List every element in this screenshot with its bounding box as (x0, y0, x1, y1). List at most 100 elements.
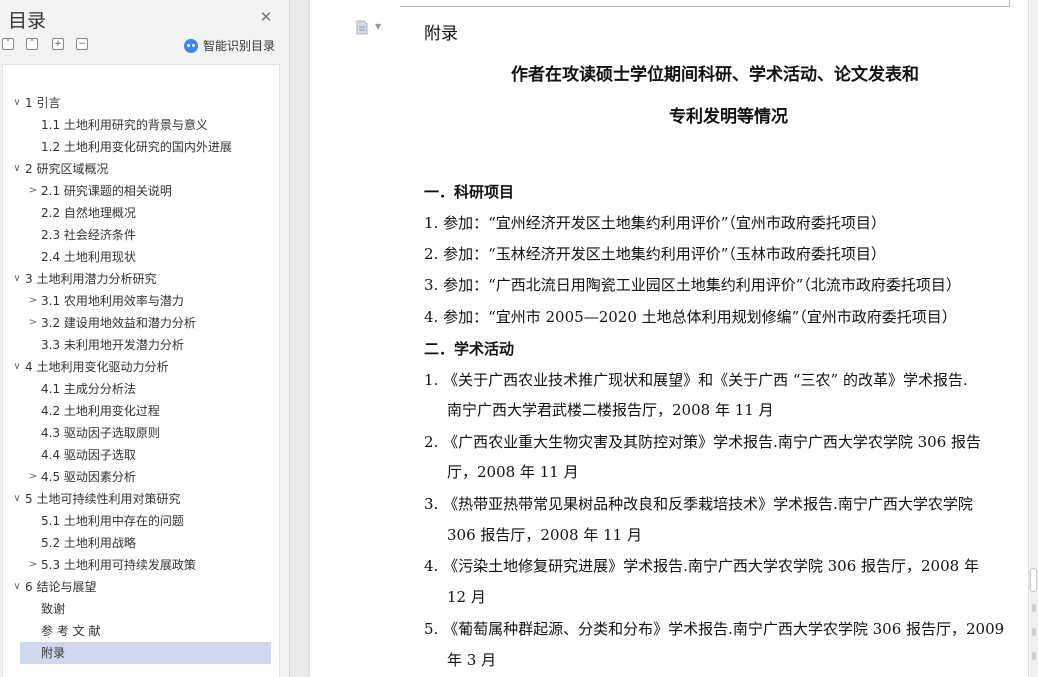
smart-recognize-button[interactable]: 智能识别目录 (184, 37, 275, 54)
chevron-down-icon[interactable]: ∨ (11, 356, 23, 378)
toc-item[interactable]: > 5.3 土地利用可持续发展政策 (29, 554, 196, 576)
remove-icon[interactable]: − (76, 38, 88, 50)
toc-item-label: 5.2 土地利用战略 (41, 536, 136, 550)
text-line: 306 报告厅，2008 年 11 月 (447, 526, 642, 544)
section-heading: 二．学术活动 (424, 340, 515, 358)
toc-item-label: 4.5 驱动因素分析 (41, 470, 136, 484)
text-line: 4. 《污染土地修复研究进展》学术报告.南宁广西大学农学院 306 报告厅，20… (424, 557, 979, 575)
appendix-heading: 附录 (424, 24, 458, 44)
section-heading: 一．科研项目 (424, 183, 515, 201)
scroll-marker (1032, 604, 1036, 612)
toc-item[interactable]: 1.2 土地利用变化研究的国内外进展 (41, 136, 232, 158)
chevron-right-icon[interactable]: > (27, 180, 39, 202)
toc-item[interactable]: 5.1 土地利用中存在的问题 (41, 510, 184, 532)
toc-item[interactable]: > 4.5 驱动因素分析 (29, 466, 136, 488)
expand-up-icon[interactable]: ˄ (26, 38, 38, 50)
toc-item[interactable]: 2.2 自然地理概况 (41, 202, 136, 224)
chevron-right-icon[interactable]: > (27, 554, 39, 576)
toc-item-label: 3.1 农用地利用效率与潜力 (41, 294, 184, 308)
close-icon[interactable]: ✕ (258, 9, 274, 25)
collapse-all-icon[interactable]: ˅ (2, 38, 14, 50)
toc-item[interactable]: ∨ 1 引言 (13, 92, 61, 114)
toc-item-selected[interactable]: 附录 (20, 642, 271, 664)
page-title-line2: 专利发明等情况 (669, 107, 788, 127)
add-icon[interactable]: + (52, 38, 64, 50)
chevron-down-icon[interactable]: ∨ (11, 576, 23, 598)
toc-item-label: 4 土地利用变化驱动力分析 (25, 360, 169, 374)
toc-item-label: 2.2 自然地理概况 (41, 206, 136, 220)
toc-item[interactable]: 2.3 社会经济条件 (41, 224, 136, 246)
toc-item-label: 4.1 主成分分析法 (41, 382, 136, 396)
toc-item[interactable]: 1.1 土地利用研究的背景与意义 (41, 114, 208, 136)
toc-item[interactable]: > 2.1 研究课题的相关说明 (29, 180, 172, 202)
document-icon[interactable] (356, 20, 368, 35)
chevron-down-icon[interactable]: ∨ (11, 488, 23, 510)
toc-item-label: 2.4 土地利用现状 (41, 250, 136, 264)
toc-item-label: 2 研究区域概况 (25, 162, 109, 176)
text-line: 1. 《关于广西农业技术推广现状和展望》和《关于广西 “三农” 的改革》学术报告… (424, 371, 968, 389)
toc-item[interactable]: ∨ 5 土地可持续性利用对策研究 (13, 488, 181, 510)
text-line: 2. 《广西农业重大生物灾害及其防控对策》学术报告.南宁广西大学农学院 306 … (424, 433, 982, 451)
toc-item[interactable]: 致谢 (41, 598, 65, 620)
toc-sidebar: 目录 ✕ ˅ ˄ + − 智能识别目录 ∨ 1 引言 1.1 土地利用研究的背景… (0, 0, 290, 677)
toc-item-label: 5.1 土地利用中存在的问题 (41, 514, 184, 528)
toc-item-label: 2.1 研究课题的相关说明 (41, 184, 172, 198)
toc-item[interactable]: 4.3 驱动因子选取原则 (41, 422, 160, 444)
text-line: 厅，2008 年 11 月 (447, 463, 579, 481)
toc-item-label: 1 引言 (25, 96, 61, 110)
chevron-down-icon[interactable]: ∨ (11, 268, 23, 290)
toc-item[interactable]: 参 考 文 献 (41, 620, 100, 642)
text-line: 南宁广西大学君武楼二楼报告厅，2008 年 11 月 (447, 401, 774, 419)
chevron-down-icon[interactable]: ∨ (11, 92, 23, 114)
toc-item-label: 参 考 文 献 (41, 624, 101, 638)
toc-item[interactable]: 5.2 土地利用战略 (41, 532, 136, 554)
text-line: 3. 《热带亚热带常见果树品种改良和反季栽培技术》学术报告.南宁广西大学农学院 (424, 495, 973, 513)
toc-item[interactable]: 3.3 未利用地开发潜力分析 (41, 334, 184, 356)
text-line: 5. 《葡萄属种群起源、分类和分布》学术报告.南宁广西大学农学院 306 报告厅… (424, 620, 1005, 638)
text-line: 12 月 (447, 588, 486, 606)
chevron-right-icon[interactable]: > (27, 290, 39, 312)
toc-item-label: 6 结论与展望 (25, 580, 97, 594)
smart-recognize-label: 智能识别目录 (203, 39, 276, 53)
toc-item[interactable]: ∨ 2 研究区域概况 (13, 158, 109, 180)
toc-item[interactable]: > 3.1 农用地利用效率与潜力 (29, 290, 184, 312)
text-line: 3. 参加：“广西北流日用陶瓷工业园区土地集约利用评价”（北流市政府委托项目） (424, 276, 961, 294)
toc-item-label: 附录 (41, 646, 66, 660)
chevron-down-icon[interactable]: ∨ (11, 158, 23, 180)
chevron-right-icon[interactable]: > (27, 312, 39, 334)
toc-item-label: 4.3 驱动因子选取原则 (41, 426, 160, 440)
toc-item-label: 2.3 社会经济条件 (41, 228, 136, 242)
toc-item-label: 4.4 驱动因子选取 (41, 448, 136, 462)
toc-item-label: 1.2 土地利用变化研究的国内外进展 (41, 140, 232, 154)
toc-item[interactable]: > 3.2 建设用地效益和潜力分析 (29, 312, 196, 334)
toc-item[interactable]: 4.1 主成分分析法 (41, 378, 136, 400)
toc-item-label: 1.1 土地利用研究的背景与意义 (41, 118, 208, 132)
text-line: 1. 参加：“宜州经济开发区土地集约利用评价”（宜州市政府委托项目） (424, 214, 886, 232)
chevron-down-icon[interactable]: ▼ (375, 22, 381, 31)
text-line: 年 3 月 (447, 651, 497, 669)
toc-item[interactable]: ∨ 6 结论与展望 (13, 576, 97, 598)
scroll-marker (1032, 628, 1036, 636)
toc-item[interactable]: 2.4 土地利用现状 (41, 246, 136, 268)
text-line: 2. 参加：“玉林经济开发区土地集约利用评价”（玉林市政府委托项目） (424, 245, 886, 263)
toc-item-label: 3.2 建设用地效益和潜力分析 (41, 316, 196, 330)
toc-item[interactable]: 4.4 驱动因子选取 (41, 444, 136, 466)
page-corner-mark (1009, 0, 1010, 7)
page-title: 作者在攻读硕士学位期间科研、学术活动、论文发表和 (511, 65, 919, 85)
sidebar-title: 目录 (8, 10, 47, 32)
chevron-right-icon[interactable]: > (27, 466, 39, 488)
toc-item-label: 5.3 土地利用可持续发展政策 (41, 558, 196, 572)
toc-item-label: 3 土地利用潜力分析研究 (25, 272, 157, 286)
toc-item-label: 致谢 (41, 602, 66, 616)
toc-item[interactable]: ∨ 4 土地利用变化驱动力分析 (13, 356, 169, 378)
toc-item[interactable]: ∨ 3 土地利用潜力分析研究 (13, 268, 157, 290)
text-line: 4. 参加：“宜州市 2005—2020 土地总体利用规划修编”（宜州市政府委托… (424, 308, 957, 326)
toc-item-label: 4.2 土地利用变化过程 (41, 404, 160, 418)
scroll-thumb[interactable] (1030, 568, 1037, 592)
toc-item[interactable]: 4.2 土地利用变化过程 (41, 400, 160, 422)
smart-assistant-icon (184, 38, 198, 53)
page-header-line (400, 6, 1010, 7)
scroll-marker (1032, 652, 1036, 660)
toc-item-label: 5 土地可持续性利用对策研究 (25, 492, 181, 506)
toc-item-label: 3.3 未利用地开发潜力分析 (41, 338, 184, 352)
